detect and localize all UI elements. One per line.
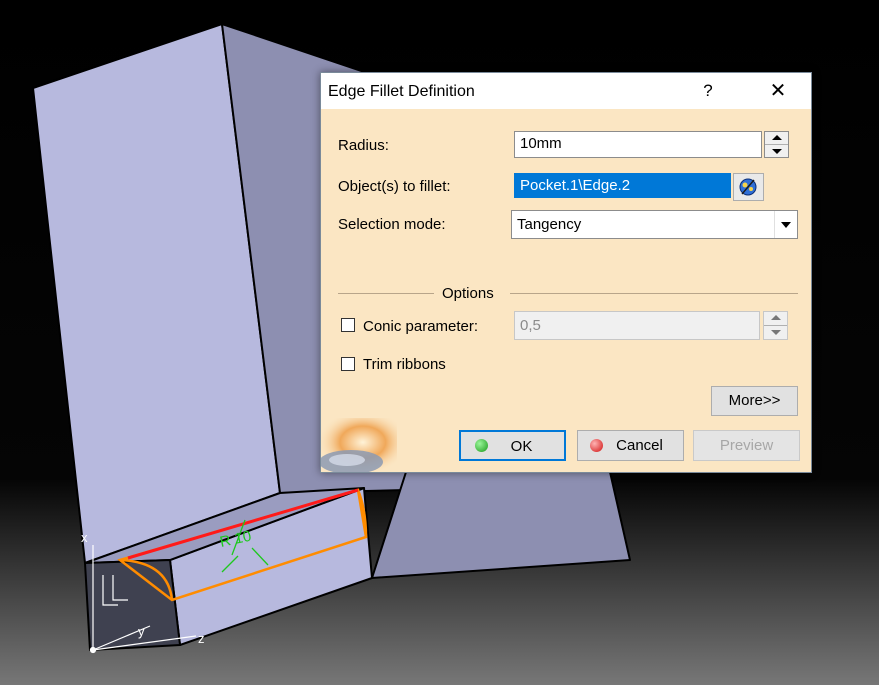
app-logo-icon [321,418,397,472]
ok-green-dot-icon [475,439,488,452]
trim-ribbons-checkbox[interactable] [341,357,355,371]
cancel-button[interactable]: Cancel [577,430,684,461]
radius-spinner[interactable] [764,131,789,158]
conic-spin-up[interactable] [764,312,787,326]
part-base-left-face[interactable] [84,559,181,651]
part-back-right-face[interactable] [371,471,631,579]
objects-selector-button[interactable] [733,173,764,201]
cancel-red-dot-icon [590,439,603,452]
axis-z-label: z [198,631,205,646]
radius-spin-up[interactable] [765,132,788,145]
radius-label: Radius: [338,137,389,154]
preview-button[interactable]: Preview [693,430,800,461]
ok-button[interactable]: OK [459,430,566,461]
chevron-down-icon[interactable] [774,211,797,238]
axis-x-label: x [81,530,88,545]
more-button[interactable]: More>> [711,386,798,416]
selection-mode-label: Selection mode: [338,216,446,233]
dialog-title: Edge Fillet Definition [328,83,475,100]
objects-to-fillet-field[interactable]: Pocket.1\Edge.2 [514,173,731,198]
options-separator-right [510,293,798,294]
objects-label: Object(s) to fillet: [338,178,451,195]
help-button[interactable]: ? [693,73,723,109]
cancel-button-label: Cancel [616,437,663,454]
ok-button-label: OK [510,438,533,455]
close-button[interactable]: ✕ [751,73,805,109]
axis-y-label: y [138,624,145,639]
conic-spin-down[interactable] [764,326,787,339]
conic-parameter-checkbox[interactable] [341,318,355,332]
trim-ribbons-label: Trim ribbons [363,356,446,373]
conic-parameter-spinner[interactable] [763,311,788,340]
selection-mode-select[interactable]: Tangency [511,210,798,239]
conic-parameter-input[interactable]: 0,5 [514,311,760,340]
radius-spin-down[interactable] [765,145,788,157]
options-heading: Options [442,285,494,302]
options-separator-left [338,293,434,294]
multi-selection-icon [739,178,757,196]
selection-mode-value: Tangency [517,216,582,233]
conic-parameter-label: Conic parameter: [363,318,479,335]
radius-input[interactable]: 10mm [514,131,762,158]
dialog-titlebar[interactable]: Edge Fillet Definition ? ✕ [321,73,811,109]
edge-fillet-dialog: Edge Fillet Definition ? ✕ Radius: 10mm … [320,72,812,473]
